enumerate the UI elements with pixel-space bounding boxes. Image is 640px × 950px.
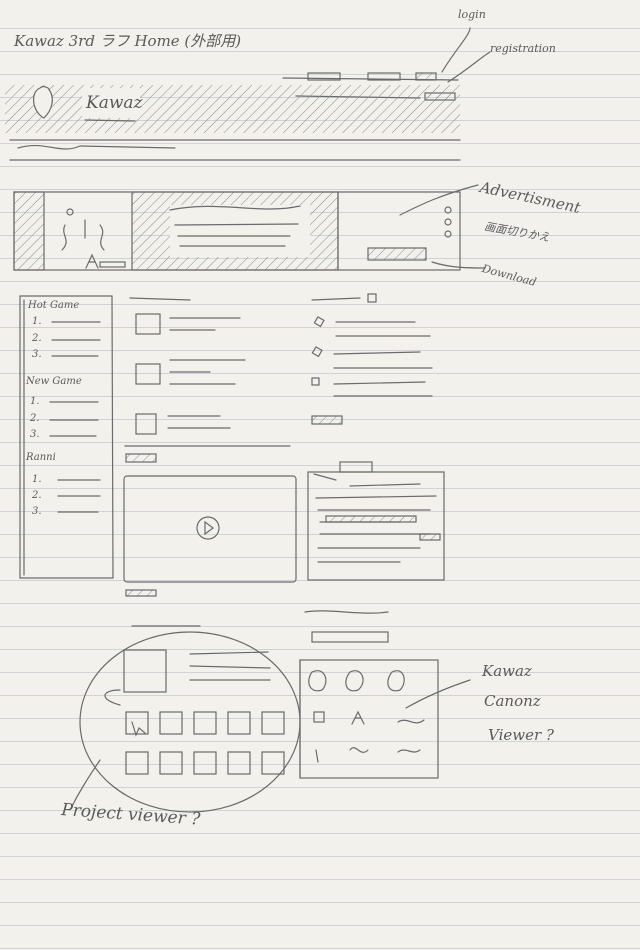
avatar-2: [345, 670, 364, 692]
project-thumb-1: [125, 711, 149, 735]
header-hatch: [5, 85, 460, 133]
project-thumb-4: [227, 711, 251, 735]
sidebar-item: 2.: [30, 413, 40, 424]
right-list: [311, 293, 433, 425]
sidebar-item: 1.: [30, 396, 40, 407]
sidebar-item: 2.: [32, 490, 42, 501]
ad-text-bg: [170, 205, 310, 257]
more-button-3: [125, 589, 157, 597]
more-button-1: [125, 453, 157, 463]
project-thumb-3: [193, 711, 217, 735]
ad-small-bar: [99, 261, 126, 268]
project-thumb-6: [125, 751, 149, 775]
ad-steam: [61, 219, 105, 251]
canvas-viewer-label-2: Canonz: [484, 692, 541, 710]
login-annotation: login: [458, 8, 486, 21]
project-viewer-ellipse: [79, 631, 301, 813]
carousel-dot-1: [444, 206, 452, 214]
project-thumb-5: [261, 711, 285, 735]
list-thumb-3: [135, 413, 157, 435]
registration-annotation: registration: [490, 42, 556, 55]
canvas-thumb-1: [313, 711, 325, 723]
ad-dot: [66, 208, 74, 216]
sidebar-item: 1.: [32, 316, 42, 327]
canvas-viewer-label-1: Kawaz: [482, 662, 532, 680]
nav-scribble: [17, 144, 176, 150]
project-thumb-7: [159, 751, 183, 775]
project-thumb-2: [159, 711, 183, 735]
advertisement-arrow: [399, 184, 479, 216]
avatar-1: [308, 670, 327, 692]
carousel-dot-2: [444, 218, 452, 226]
project-main-thumb: [123, 649, 167, 693]
list-thumb-2: [135, 363, 161, 385]
page-title: Kawaz 3rd ラフ Home (外部用): [14, 32, 242, 50]
play-icon: [204, 520, 214, 536]
project-thumb-10: [261, 751, 285, 775]
logo-text: Kawaz: [86, 93, 143, 113]
project-thumb-9: [227, 751, 251, 775]
carousel-dot-3: [444, 230, 452, 238]
ad-left-panel: [13, 191, 45, 271]
ad-logo: [85, 253, 99, 269]
sidebar-item: 1.: [32, 474, 42, 485]
sidebar-heading-hot: Hot Game: [28, 300, 80, 311]
sidebar-heading-new: New Game: [26, 376, 82, 387]
download-arrow: [431, 261, 486, 269]
video-player: [123, 475, 297, 597]
registration-arrow: [447, 51, 491, 83]
login-button: [415, 72, 437, 81]
sidebar-item: 3.: [32, 506, 42, 517]
project-thumb-8: [193, 751, 217, 775]
center-list: [124, 297, 291, 463]
download-button: [367, 247, 427, 261]
canvas-viewer: [299, 610, 471, 779]
more-button-2: [311, 415, 343, 425]
list-thumb-1: [135, 313, 161, 335]
sidebar-item: 3.: [30, 429, 40, 440]
avatar-3: [387, 670, 405, 692]
login-arrow: [441, 27, 471, 73]
sidebar-heading-ranking: Ranni: [26, 452, 56, 463]
canvas-logo: [351, 710, 365, 725]
play-button: [196, 516, 220, 540]
canvas-viewer-label-3: Viewer ?: [488, 726, 554, 744]
news-panel: [307, 461, 445, 581]
cursor-icon: [131, 721, 146, 737]
sidebar-item: 3.: [32, 349, 42, 360]
ad-banner: [13, 184, 486, 271]
header-rule: [9, 139, 461, 161]
project-viewer: [69, 625, 301, 813]
sidebar-item: 2.: [32, 333, 42, 344]
